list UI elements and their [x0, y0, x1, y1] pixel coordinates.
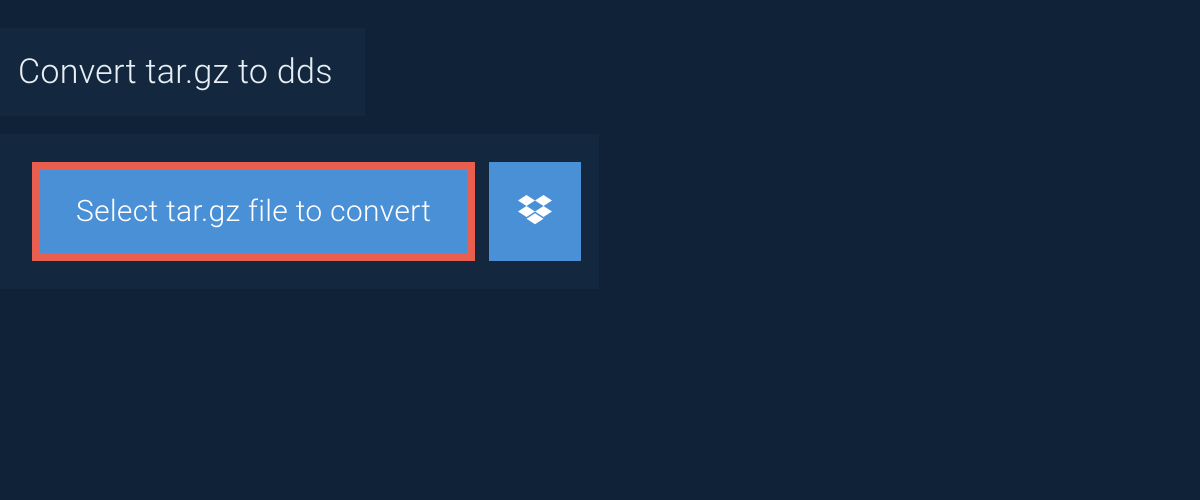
- select-file-button[interactable]: Select tar.gz file to convert: [32, 162, 475, 261]
- dropbox-button[interactable]: [489, 162, 581, 261]
- select-file-label: Select tar.gz file to convert: [76, 194, 431, 229]
- action-panel: Select tar.gz file to convert: [0, 134, 599, 289]
- dropbox-icon: [518, 195, 552, 229]
- header-tab: Convert tar.gz to dds: [0, 28, 365, 116]
- page-title: Convert tar.gz to dds: [18, 52, 333, 92]
